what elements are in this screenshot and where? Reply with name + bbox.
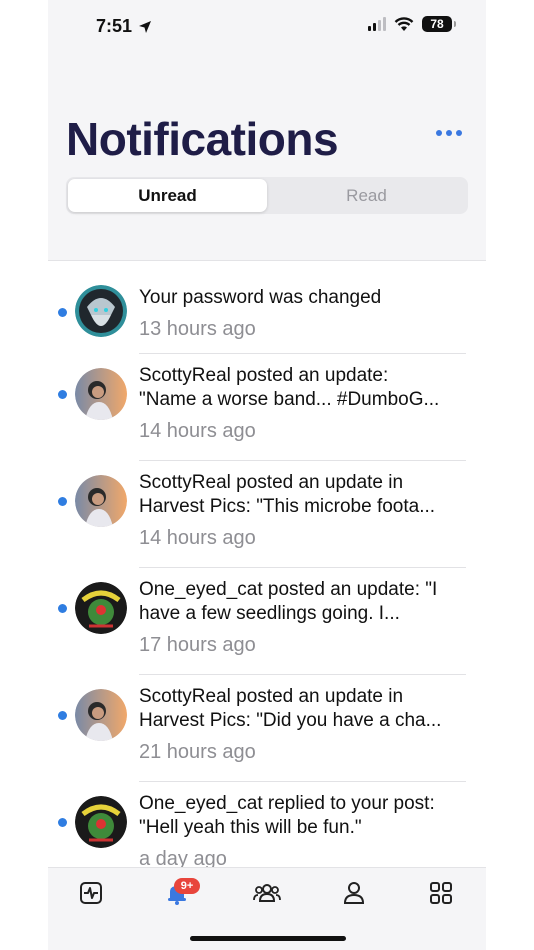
status-time: 7:51 <box>96 16 152 37</box>
notification-message-line2: Harvest Pics: "Did you have a cha... <box>139 710 442 731</box>
notification-time: 14 hours ago <box>139 527 256 549</box>
group-icon <box>253 884 281 902</box>
tab-bar: 9+ <box>48 867 486 950</box>
status-icons: 78 <box>368 16 456 32</box>
tab-groups[interactable] <box>253 880 281 908</box>
notification-message: Your password was changed <box>139 287 382 308</box>
wifi-icon <box>394 16 414 31</box>
unread-dot <box>58 818 67 827</box>
profile-icon <box>343 882 365 904</box>
battery-icon: 78 <box>422 16 456 32</box>
unread-dot <box>58 308 67 317</box>
notification-item[interactable]: ScottyReal posted an update: "Name a wor… <box>48 354 486 461</box>
home-indicator[interactable] <box>190 936 346 941</box>
notification-time: 14 hours ago <box>139 420 256 442</box>
notification-time: 21 hours ago <box>139 741 256 763</box>
read-filter-control: Unread Read <box>66 177 468 214</box>
grid-icon <box>430 882 452 904</box>
unread-tab[interactable]: Unread <box>68 179 267 212</box>
unread-dot <box>58 390 67 399</box>
phone-screen: 7:51 78 Notifications Unread Read Your p… <box>48 0 486 950</box>
notification-message-line1: ScottyReal posted an update in <box>139 686 404 707</box>
tab-menu[interactable] <box>428 880 456 908</box>
cellular-signal-icon <box>368 17 386 31</box>
page-title: Notifications <box>66 113 339 165</box>
notification-item[interactable]: ScottyReal posted an update in Harvest P… <box>48 675 486 782</box>
notification-message-line1: ScottyReal posted an update: <box>139 365 389 386</box>
notification-message-line2: "Name a worse band... #DumboG... <box>139 389 440 410</box>
more-icon-dot <box>456 130 462 136</box>
more-options-button[interactable] <box>436 130 462 136</box>
unread-dot <box>58 604 67 613</box>
notification-time: 17 hours ago <box>139 634 256 656</box>
battery-level: 78 <box>430 17 444 31</box>
header: 7:51 78 Notifications Unread Read <box>48 0 486 261</box>
notification-message-line1: One_eyed_cat posted an update: "I <box>139 579 438 600</box>
notification-time: 13 hours ago <box>139 318 256 340</box>
notification-message-line1: One_eyed_cat replied to your post: <box>139 793 435 814</box>
notification-item[interactable]: Your password was changed 13 hours ago <box>48 261 486 354</box>
unread-dot <box>58 497 67 506</box>
notification-time: a day ago <box>139 848 227 868</box>
tab-activity[interactable] <box>78 880 106 908</box>
notification-message-line1: ScottyReal posted an update in <box>139 472 404 493</box>
notification-item[interactable]: One_eyed_cat posted an update: "I have a… <box>48 568 486 675</box>
notification-item[interactable]: One_eyed_cat replied to your post: "Hell… <box>48 782 486 868</box>
more-icon-dot <box>436 130 442 136</box>
notification-message-line2: Harvest Pics: "This microbe foota... <box>139 496 436 517</box>
unread-dot <box>58 711 67 720</box>
notification-list: Your password was changed 13 hours ago S… <box>48 261 486 868</box>
tab-profile[interactable] <box>341 880 369 908</box>
wizard-avatar[interactable] <box>75 285 127 337</box>
notification-item[interactable]: ScottyReal posted an update in Harvest P… <box>48 461 486 568</box>
scottyreal-avatar[interactable] <box>75 689 127 741</box>
one-eyed-cat-avatar[interactable] <box>75 796 127 848</box>
activity-icon <box>80 882 102 904</box>
one-eyed-cat-avatar[interactable] <box>75 582 127 634</box>
location-arrow-icon <box>139 20 152 33</box>
scottyreal-avatar[interactable] <box>75 475 127 527</box>
notification-message-line2: have a few seedlings going. I... <box>139 603 400 624</box>
clock: 7:51 <box>96 16 133 36</box>
read-tab[interactable]: Read <box>267 179 466 212</box>
scottyreal-avatar[interactable] <box>75 368 127 420</box>
notification-message-line2: "Hell yeah this will be fun." <box>139 817 362 838</box>
notification-badge: 9+ <box>174 878 200 894</box>
more-icon-dot <box>446 130 452 136</box>
